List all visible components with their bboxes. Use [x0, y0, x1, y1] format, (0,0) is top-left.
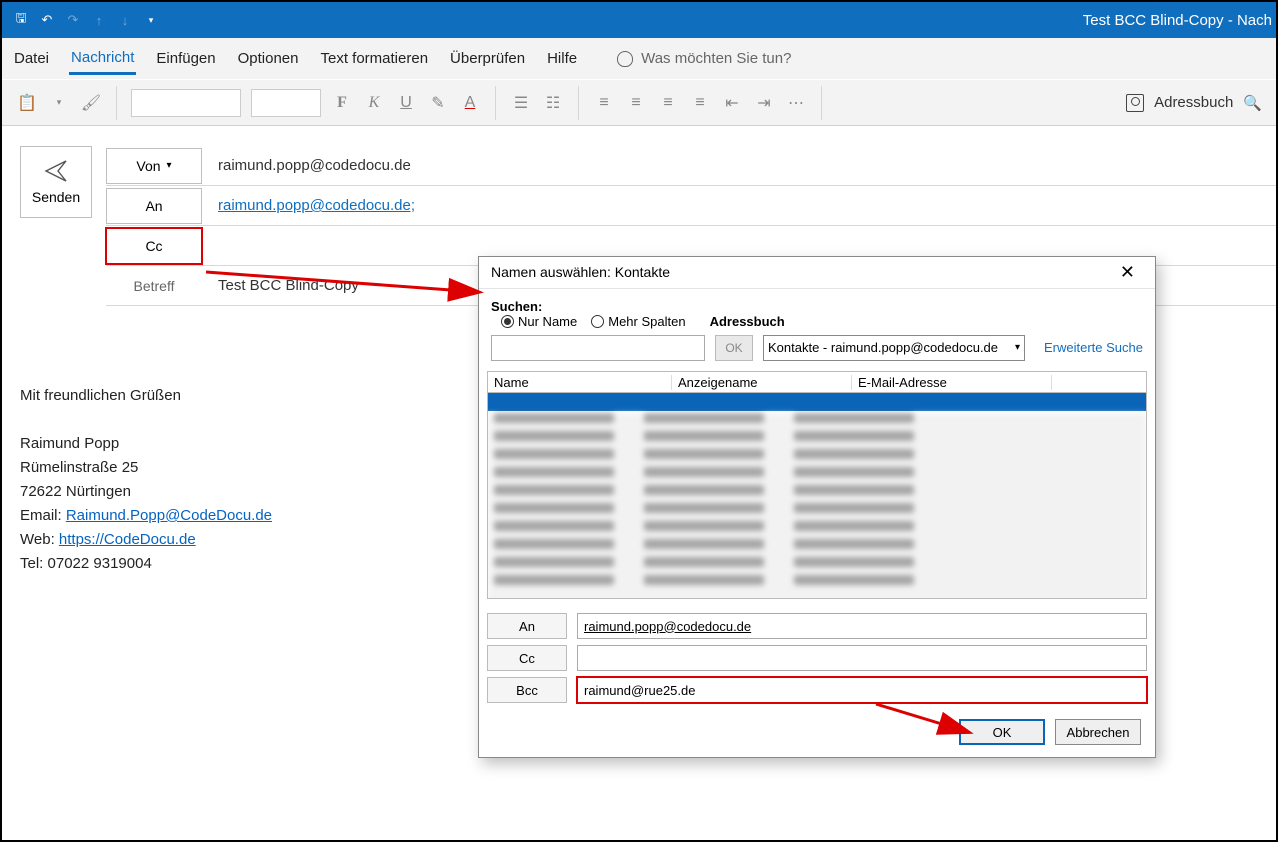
outdent-icon[interactable]: ⇤: [721, 92, 743, 114]
dialog-search-row: Suchen: Nur Name Mehr Spalten Adressbuch: [479, 289, 1155, 335]
down-arrow-icon[interactable]: ↓: [114, 9, 136, 31]
cc-button[interactable]: Cc: [106, 228, 202, 264]
dialog-cancel-button[interactable]: Abbrechen: [1055, 719, 1141, 745]
tab-einfuegen[interactable]: Einfügen: [154, 44, 217, 73]
font-color-icon[interactable]: A: [459, 92, 481, 114]
font-size-select[interactable]: [251, 89, 321, 117]
dialog-title: Namen auswählen: Kontakte: [491, 264, 670, 280]
dialog-cc-button[interactable]: Cc: [487, 645, 567, 671]
up-arrow-icon[interactable]: ↑: [88, 9, 110, 31]
align-center-icon[interactable]: ≡: [625, 92, 647, 114]
tab-hilfe[interactable]: Hilfe: [545, 44, 579, 73]
addressbook-button[interactable]: Adressbuch: [1154, 94, 1233, 111]
col-email[interactable]: E-Mail-Adresse: [852, 375, 1052, 390]
lightbulb-icon: [617, 51, 633, 67]
suchen-label: Suchen:: [491, 299, 542, 314]
dialog-an-input[interactable]: raimund.popp@codedocu.de: [577, 613, 1147, 639]
ab-label: Adressbuch: [710, 314, 785, 329]
redo-icon[interactable]: ↷: [62, 9, 84, 31]
send-icon: [44, 159, 68, 183]
underline-icon[interactable]: U: [395, 92, 417, 114]
subject-label: Betreff: [106, 268, 202, 304]
dialog-titlebar: Namen auswählen: Kontakte ✕: [479, 257, 1155, 289]
erweiterte-suche-link[interactable]: Erweiterte Suche: [1044, 340, 1143, 355]
qa-dropdown-icon[interactable]: ▾: [140, 9, 162, 31]
close-icon[interactable]: ✕: [1112, 260, 1143, 285]
tell-me[interactable]: Was möchten Sie tun?: [617, 50, 791, 67]
quick-access: 🖫 ↶ ↷ ↑ ↓ ▾: [2, 9, 162, 31]
tell-me-label: Was möchten Sie tun?: [641, 50, 791, 67]
dialog-ok-button[interactable]: OK: [959, 719, 1045, 745]
number-list-icon[interactable]: ☷: [542, 92, 564, 114]
save-icon[interactable]: 🖫: [10, 9, 32, 31]
dialog-an-row: An raimund.popp@codedocu.de: [487, 613, 1147, 639]
body-email-label: Email:: [20, 507, 66, 524]
tab-datei[interactable]: Datei: [12, 44, 51, 73]
tab-ueberpruefen[interactable]: Überprüfen: [448, 44, 527, 73]
contacts-list[interactable]: [487, 393, 1147, 599]
to-value[interactable]: raimund.popp@codedocu.de;: [218, 197, 415, 214]
from-button[interactable]: Von: [106, 148, 202, 184]
dialog-bcc-button[interactable]: Bcc: [487, 677, 567, 703]
radio-nur-name[interactable]: Nur Name: [501, 314, 577, 329]
title-bar: 🖫 ↶ ↷ ↑ ↓ ▾ Test BCC Blind-Copy - Nach: [2, 2, 1276, 38]
tab-optionen[interactable]: Optionen: [236, 44, 301, 73]
align-justify-icon[interactable]: ≡: [689, 92, 711, 114]
dialog-cc-row: Cc: [487, 645, 1147, 671]
from-value: raimund.popp@codedocu.de: [218, 157, 411, 174]
more-icon[interactable]: ⋯: [785, 92, 807, 114]
ribbon-toolbar: 📋 ▾ 🖌 F K U ✎ A ☰ ☷ ≡ ≡ ≡ ≡ ⇤ ⇥ ⋯ Adress…: [2, 80, 1276, 126]
search-icon[interactable]: 🔍: [1243, 94, 1262, 112]
paste-dropdown-icon[interactable]: ▾: [48, 92, 70, 114]
font-family-select[interactable]: [131, 89, 241, 117]
contacts-header: Name Anzeigename E-Mail-Adresse: [487, 371, 1147, 394]
highlight-icon[interactable]: ✎: [427, 92, 449, 114]
bullet-list-icon[interactable]: ☰: [510, 92, 532, 114]
list-blurred: [488, 413, 1146, 599]
from-row: Von raimund.popp@codedocu.de: [106, 146, 1276, 186]
format-painter-icon[interactable]: 🖌: [80, 92, 102, 114]
tab-nachricht[interactable]: Nachricht: [69, 43, 136, 75]
search-input[interactable]: [491, 335, 705, 361]
align-right-icon[interactable]: ≡: [657, 92, 679, 114]
tab-text[interactable]: Text formatieren: [319, 44, 431, 73]
search-ok-button[interactable]: OK: [715, 335, 753, 361]
align-left-icon[interactable]: ≡: [593, 92, 615, 114]
addressbook-select[interactable]: Kontakte - raimund.popp@codedocu.de: [763, 335, 1025, 361]
undo-icon[interactable]: ↶: [36, 9, 58, 31]
col-name[interactable]: Name: [488, 375, 672, 390]
dialog-an-button[interactable]: An: [487, 613, 567, 639]
radio-mehr-spalten[interactable]: Mehr Spalten: [591, 314, 685, 329]
dialog-bcc-input[interactable]: raimund@rue25.de: [577, 677, 1147, 703]
window-title: Test BCC Blind-Copy - Nach: [1083, 12, 1276, 29]
subject-value[interactable]: Test BCC Blind-Copy: [218, 277, 359, 294]
send-button[interactable]: Senden: [20, 146, 92, 218]
addressbook-icon: [1126, 94, 1144, 112]
dialog-bcc-row: Bcc raimund@rue25.de: [487, 677, 1147, 703]
list-item[interactable]: [488, 393, 1146, 411]
italic-icon[interactable]: K: [363, 92, 385, 114]
body-email-link[interactable]: Raimund.Popp@CodeDocu.de: [66, 507, 272, 524]
dialog-cc-input[interactable]: [577, 645, 1147, 671]
col-anzeigename[interactable]: Anzeigename: [672, 375, 852, 390]
bold-icon[interactable]: F: [331, 92, 353, 114]
to-button[interactable]: An: [106, 188, 202, 224]
ribbon-tabs: Datei Nachricht Einfügen Optionen Text f…: [2, 38, 1276, 80]
indent-icon[interactable]: ⇥: [753, 92, 775, 114]
paste-icon[interactable]: 📋: [16, 92, 38, 114]
send-label: Senden: [32, 189, 80, 205]
body-web-label: Web:: [20, 531, 59, 548]
to-row: An raimund.popp@codedocu.de;: [106, 186, 1276, 226]
body-web-link[interactable]: https://CodeDocu.de: [59, 531, 196, 548]
names-dialog: Namen auswählen: Kontakte ✕ Suchen: Nur …: [478, 256, 1156, 758]
